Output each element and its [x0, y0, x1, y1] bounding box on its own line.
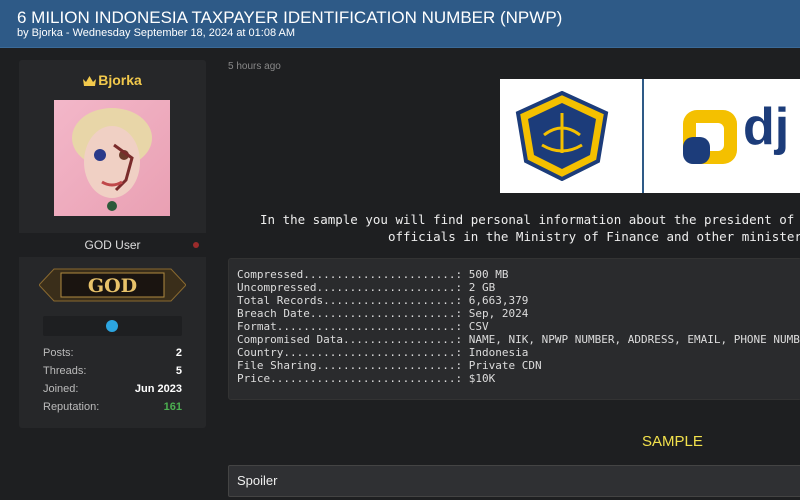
logo-divider: [642, 79, 644, 193]
user-panel: Bjorka GOD User GOD Posts: 2 Threads: 5 …: [19, 60, 206, 428]
detail-line: Compromised Data.................: NAME,…: [237, 333, 800, 346]
djp-logo-text: dj: [743, 98, 790, 156]
thread-byline: by Bjorka - Wednesday September 18, 2024…: [17, 27, 296, 39]
post-logo-image: dj: [500, 79, 800, 193]
stat-label: Joined:: [43, 383, 79, 395]
thread-title: 6 MILION INDONESIA TAXPAYER IDENTIFICATI…: [17, 8, 563, 27]
avatar[interactable]: [54, 100, 170, 216]
intro-line-1: In the sample you will find personal inf…: [260, 212, 800, 227]
djp-logo-icon: [683, 110, 737, 164]
intro-line-2: officials in the Ministry of Finance and…: [388, 229, 800, 244]
stat-label: Posts:: [43, 347, 74, 359]
stat-value[interactable]: 161: [164, 401, 182, 413]
spoiler-label: Spoiler: [237, 473, 278, 488]
post-timestamp: 5 hours ago: [228, 61, 281, 72]
username-text: Bjorka: [98, 72, 142, 88]
god-badge-text: GOD: [88, 275, 137, 297]
thread-header: 6 MILION INDONESIA TAXPAYER IDENTIFICATI…: [0, 0, 800, 48]
detail-line: Uncompressed.....................: 2 GB: [237, 281, 496, 294]
telegram-icon[interactable]: [106, 320, 118, 332]
stat-label: Threads:: [43, 365, 87, 377]
stat-value: 2: [175, 347, 182, 359]
ministry-seal-icon: [515, 91, 609, 181]
stat-label: Reputation:: [43, 401, 100, 413]
social-bar: [43, 316, 182, 336]
stat-value: Jun 2023: [134, 383, 182, 395]
crown-icon: [83, 75, 97, 86]
detail-line: Country..........................: Indon…: [237, 346, 529, 359]
detail-line: Total Records....................: 6,663…: [237, 294, 529, 307]
details-code-block: Compressed.......................: 500 M…: [228, 258, 800, 400]
god-badge: GOD: [38, 265, 187, 305]
sample-heading: SAMPLE: [642, 433, 703, 450]
username[interactable]: Bjorka: [19, 72, 206, 88]
spoiler-toggle[interactable]: Spoiler: [228, 465, 800, 497]
detail-line: File Sharing.....................: Priva…: [237, 359, 542, 372]
detail-line: Compressed.......................: 500 M…: [237, 268, 509, 281]
detail-line: Price............................: $10K: [237, 372, 496, 385]
stat-value: 5: [175, 365, 182, 377]
user-role-bar: GOD User: [19, 233, 206, 257]
detail-line: Format...........................: CSV: [237, 320, 489, 333]
status-dot: [193, 242, 199, 248]
detail-line: Breach Date......................: Sep, …: [237, 307, 529, 320]
user-role: GOD User: [84, 238, 141, 252]
